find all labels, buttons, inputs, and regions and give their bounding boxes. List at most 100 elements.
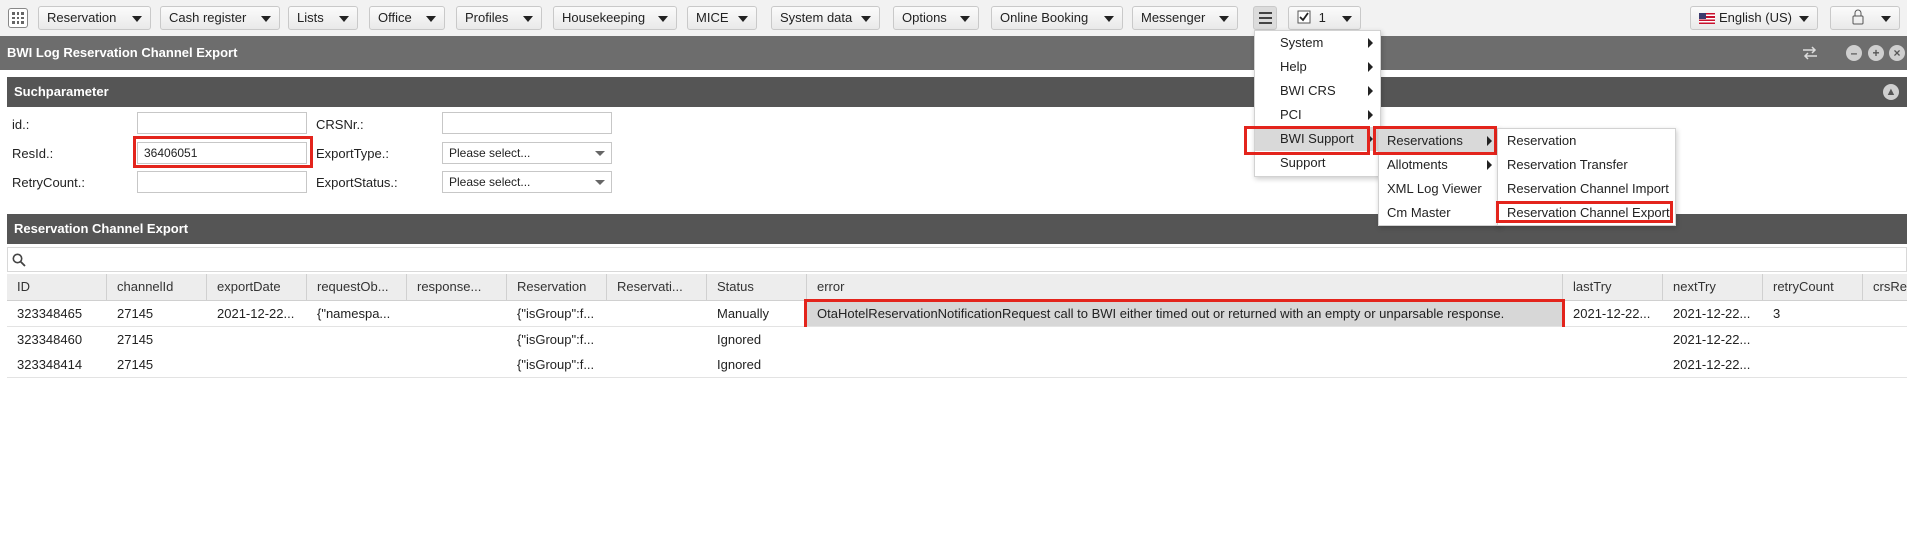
menu-item-allotments[interactable]: Allotments xyxy=(1379,153,1497,177)
export-status-select[interactable]: Please select... xyxy=(442,171,612,193)
col-crsref[interactable]: crsRe xyxy=(1863,274,1907,300)
menu-item-system[interactable]: System xyxy=(1255,31,1378,55)
cell-status: Manually xyxy=(717,306,770,321)
table-row[interactable]: 323348460 27145 {"isGroup":f... Ignored … xyxy=(7,327,1907,353)
table-row[interactable]: 323348414 27145 {"isGroup":f... Ignored … xyxy=(7,352,1907,378)
menu-system-data[interactable]: System data xyxy=(771,6,880,30)
tasks-button[interactable]: 1 xyxy=(1288,6,1361,30)
window-title-bar: BWI Log Reservation Channel Export – + × xyxy=(0,36,1907,70)
bwi-support-submenu: Reservations Allotments XML Log Viewer C… xyxy=(1378,128,1500,226)
col-error[interactable]: error xyxy=(807,274,1563,300)
menu-office[interactable]: Office xyxy=(369,6,445,30)
chevron-right-icon xyxy=(1487,160,1492,170)
menu-item-support[interactable]: Support xyxy=(1255,151,1378,175)
cell-retrycount: 3 xyxy=(1773,306,1781,321)
id-label: id.: xyxy=(12,117,30,132)
col-lasttry[interactable]: lastTry xyxy=(1563,274,1663,300)
menu-item-label: PCI xyxy=(1280,107,1302,122)
maximize-icon[interactable]: + xyxy=(1868,45,1884,61)
cell-requestobject: {"namespa... xyxy=(317,306,391,321)
menu-lists[interactable]: Lists xyxy=(288,6,358,30)
caret-down-icon xyxy=(861,16,871,22)
menu-item-reservation-channel-import[interactable]: Reservation Channel Import xyxy=(1498,177,1673,201)
menu-item-cm-master[interactable]: Cm Master xyxy=(1379,201,1497,225)
menu-label: Messenger xyxy=(1141,10,1206,25)
language-selector[interactable]: English (US) xyxy=(1690,6,1818,30)
col-reservation[interactable]: Reservation xyxy=(507,274,607,300)
menu-label: Lists xyxy=(297,10,324,25)
menu-item-label: Allotments xyxy=(1387,157,1448,172)
caret-down-icon xyxy=(426,16,436,22)
chevron-right-icon xyxy=(1368,134,1373,144)
close-icon[interactable]: × xyxy=(1889,45,1905,61)
caret-down-icon xyxy=(523,16,533,22)
col-nexttry[interactable]: nextTry xyxy=(1663,274,1763,300)
main-dropdown-menu: System Help BWI CRS PCI BWI Support Supp… xyxy=(1254,30,1381,177)
cell-reservation: {"isGroup":f... xyxy=(517,306,595,321)
cell-channelid: 27145 xyxy=(117,357,154,372)
menu-label: Cash register xyxy=(169,10,247,25)
caret-down-icon xyxy=(595,151,605,156)
menu-mice[interactable]: MICE xyxy=(687,6,757,30)
menu-item-reservations[interactable]: Reservations xyxy=(1379,129,1497,153)
col-id[interactable]: ID xyxy=(7,274,107,300)
cell-exportdate: 2021-12-22... xyxy=(217,306,295,321)
id-input[interactable] xyxy=(137,112,307,134)
col-response[interactable]: response... xyxy=(407,274,507,300)
caret-down-icon xyxy=(132,16,142,22)
menu-item-xml-log-viewer[interactable]: XML Log Viewer xyxy=(1379,177,1497,201)
menu-online-booking[interactable]: Online Booking xyxy=(991,6,1123,30)
hamburger-menu-button[interactable] xyxy=(1253,6,1277,30)
cell-exportdate xyxy=(207,327,307,352)
menu-item-bwi-support[interactable]: BWI Support xyxy=(1255,127,1378,151)
menu-options[interactable]: Options xyxy=(893,6,979,30)
menu-reservation[interactable]: Reservation xyxy=(38,6,151,30)
minimize-icon[interactable]: – xyxy=(1846,45,1862,61)
retry-count-label: RetryCount.: xyxy=(12,175,85,190)
search-icon xyxy=(12,253,26,267)
menu-item-reservation-transfer[interactable]: Reservation Transfer xyxy=(1498,153,1673,177)
retry-count-input[interactable] xyxy=(137,171,307,193)
export-type-select[interactable]: Please select... xyxy=(442,142,612,164)
col-status[interactable]: Status xyxy=(707,274,807,300)
table-row[interactable]: 323348465 27145 2021-12-22... {"namespa.… xyxy=(7,301,1907,327)
menu-item-bwi-crs[interactable]: BWI CRS xyxy=(1255,79,1378,103)
collapse-icon[interactable]: ▲ xyxy=(1883,84,1899,100)
menu-messenger[interactable]: Messenger xyxy=(1132,6,1238,30)
user-lock-icon xyxy=(1852,9,1864,25)
menu-item-pci[interactable]: PCI xyxy=(1255,103,1378,127)
menu-housekeeping[interactable]: Housekeeping xyxy=(553,6,677,30)
col-reservation-2[interactable]: Reservati... xyxy=(607,274,707,300)
col-channelid[interactable]: channelId xyxy=(107,274,207,300)
menu-item-label: XML Log Viewer xyxy=(1387,181,1482,196)
menu-item-help[interactable]: Help xyxy=(1255,55,1378,79)
menu-profiles[interactable]: Profiles xyxy=(456,6,542,30)
window-title: BWI Log Reservation Channel Export xyxy=(7,45,238,60)
caret-down-icon xyxy=(261,16,271,22)
resid-input[interactable]: 36406051 xyxy=(137,142,307,164)
menu-item-label: BWI Support xyxy=(1280,131,1354,146)
col-requestobject[interactable]: requestOb... xyxy=(307,274,407,300)
section-title: Suchparameter xyxy=(14,84,109,99)
col-exportdate[interactable]: exportDate xyxy=(207,274,307,300)
cell-reservation-2 xyxy=(607,352,707,377)
menu-cash-register[interactable]: Cash register xyxy=(160,6,280,30)
cell-error: OtaHotelReservationNotificationRequest c… xyxy=(817,306,1505,321)
user-menu-button[interactable] xyxy=(1830,6,1900,30)
menu-item-reservation[interactable]: Reservation xyxy=(1498,129,1673,153)
col-retrycount[interactable]: retryCount xyxy=(1763,274,1863,300)
cell-nexttry: 2021-12-22... xyxy=(1673,357,1751,372)
menu-item-label: Cm Master xyxy=(1387,205,1451,220)
resid-label: ResId.: xyxy=(12,146,54,161)
grid-search-row[interactable] xyxy=(7,247,1907,272)
caret-down-icon xyxy=(595,180,605,185)
search-parameters-header[interactable]: Suchparameter ▲ xyxy=(7,77,1907,107)
menu-label: Housekeeping xyxy=(562,10,646,25)
app-grid-icon[interactable] xyxy=(8,8,28,28)
swap-arrows-icon[interactable] xyxy=(1802,46,1818,60)
export-type-label: ExportType.: xyxy=(316,146,389,161)
cell-id: 323348414 xyxy=(17,357,83,372)
cell-requestobject xyxy=(307,327,407,352)
menu-item-reservation-channel-export[interactable]: Reservation Channel Export xyxy=(1498,201,1673,225)
crsnr-input[interactable] xyxy=(442,112,612,134)
